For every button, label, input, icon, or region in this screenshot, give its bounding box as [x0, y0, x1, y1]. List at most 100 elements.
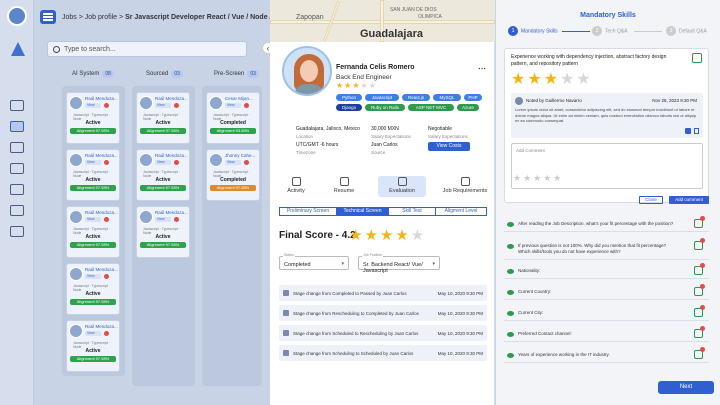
close-button[interactable]: Close [639, 196, 663, 204]
add-comment-button[interactable]: Add comment [669, 196, 709, 204]
candidate-card[interactable]: Raúl Mendoza... View Javascript · Typescri… [66, 92, 120, 144]
candidate-rating: ★★★★★ [336, 81, 377, 90]
tab-activity[interactable]: Activity [278, 176, 314, 197]
candidate-card[interactable]: Raúl Mendoza... View Javascript · Typescri… [66, 149, 120, 201]
subtab-alignment[interactable]: Aligment Level [436, 208, 486, 215]
view-button[interactable]: View [85, 331, 101, 336]
log-icon [283, 310, 289, 316]
question-status-icon[interactable] [692, 53, 702, 63]
next-button[interactable]: Next [658, 381, 714, 394]
detail-tabs: Activity Resume Evaluation Job Requireme… [270, 176, 495, 198]
activity-log-item: Stage change from Completed to Passed by… [279, 285, 487, 301]
candidate-card[interactable]: Raúl Mendoza... View Javascript · Typescri… [66, 263, 120, 315]
step-default-qa[interactable]: 3 Default Q&A [666, 26, 707, 36]
column-header-ai-system: AI System 08 [72, 70, 114, 78]
candidate-photo [69, 96, 83, 110]
info-location: Guadalajara, Jalisco, Mexico Location [296, 126, 360, 139]
subtab-skill-test[interactable]: Skill Test [389, 208, 436, 215]
status-text: Active [85, 120, 101, 126]
nav-reports-icon[interactable] [10, 226, 24, 237]
nav-candidates-icon[interactable] [10, 142, 24, 153]
breadcrumb-jobs[interactable]: Jobs [62, 14, 77, 21]
status-select[interactable]: Status Completed ▾ [279, 253, 349, 270]
candidate-name: Fernanda Celis Romero [336, 64, 415, 71]
edit-icon[interactable] [685, 128, 691, 134]
question-row[interactable]: If previous question is not 100%. Why di… [504, 238, 709, 260]
question-row[interactable]: Years of experience working in the IT in… [504, 347, 709, 363]
view-button[interactable]: View [225, 103, 241, 108]
activity-log-item: Stage change from Rescheduling to Comple… [279, 305, 487, 321]
tab-evaluation[interactable]: Evaluation [378, 176, 426, 197]
nav-dashboard-icon[interactable] [10, 100, 24, 111]
view-button[interactable]: View [85, 274, 101, 279]
search-icon [53, 46, 60, 53]
job-position-select[interactable]: Job Position Sr. Backend React/ Vue/ Java… [358, 253, 440, 274]
notification-badge [174, 217, 179, 222]
alignment-badge: Alignment 97.55% [70, 185, 116, 191]
user-avatar[interactable] [7, 6, 27, 26]
skill-chip: Ruby on Rails [365, 104, 405, 111]
nav-calendar-icon[interactable] [10, 163, 24, 174]
question-row[interactable]: Current City: [504, 305, 709, 321]
log-icon [283, 290, 289, 296]
tab-job-requirements[interactable]: Job Requirements [440, 176, 490, 197]
notification-badge [700, 263, 705, 268]
question-row[interactable]: Preferred Contact channel: [504, 326, 709, 342]
nav-jobs-icon[interactable] [10, 121, 24, 132]
view-button[interactable]: View [225, 160, 241, 165]
alignment-badge: Alignment 97.55% [70, 128, 116, 134]
view-costs-button[interactable]: View Costs [428, 142, 470, 151]
candidate-card[interactable]: Raúl Mendoza... View Javascript · Typescri… [136, 92, 190, 144]
step-mandatory-skills[interactable]: 1 Mandatory Skills [508, 26, 558, 36]
notification-badge [104, 103, 109, 108]
candidate-card[interactable]: Raúl Mendoza... View Javascript · Typescri… [66, 206, 120, 258]
map-label: Guadalajara [360, 28, 423, 40]
question-row[interactable]: After reading the Job Description, what'… [504, 216, 709, 232]
question-row[interactable]: Nationality: [504, 263, 709, 279]
candidate-card[interactable]: Raúl Mendoza... View Javascript · Typescri… [136, 149, 190, 201]
candidate-card[interactable]: Cesar Mijan... View Javascript · Typescrip… [206, 92, 260, 144]
search-placeholder: Type to search... [64, 46, 116, 53]
question-row[interactable]: Current Country: [504, 284, 709, 300]
status-text: Active [155, 177, 171, 183]
nav-add-user-icon[interactable] [10, 205, 24, 216]
candidate-card[interactable]: Jhonny Cahe... View Javascript · Typescrip… [206, 149, 260, 201]
search-input[interactable]: Type to search... [47, 41, 247, 57]
status-text: Active [85, 177, 101, 183]
status-text: Active [155, 120, 171, 126]
view-button[interactable]: View [155, 160, 171, 165]
app-logo-icon [11, 42, 25, 56]
activity-log-item: Stage change from Scheduling to Schedule… [279, 345, 487, 361]
menu-icon[interactable] [40, 10, 56, 24]
subtab-technical[interactable]: Technical Screen [337, 208, 389, 215]
eye-icon [507, 269, 514, 274]
comment-rating[interactable]: ★★★★★ [513, 173, 563, 184]
breadcrumb-job-profile[interactable]: Job profile [85, 14, 117, 21]
candidate-photo [209, 96, 223, 110]
final-score: Final Score - 4.2 [279, 230, 356, 241]
notification-badge [104, 274, 109, 279]
question-rating[interactable]: ★★★★★ [511, 69, 593, 89]
notification-badge [104, 160, 109, 165]
note: Noted by Guillermo Navarro Nov 28, 2023 … [511, 93, 703, 138]
view-button[interactable]: View [85, 160, 101, 165]
skill-chip: PHP [464, 94, 482, 101]
panel-title: Mandatory Skills [580, 12, 636, 19]
column-pre-screen: Cesar Mijan... View Javascript · Typescrip… [202, 86, 262, 386]
view-button[interactable]: View [155, 217, 171, 222]
skill-chip: Azure [457, 104, 479, 111]
candidate-card[interactable]: Raúl Mendoza... View Javascript · Typescri… [66, 320, 120, 372]
view-button[interactable]: View [155, 103, 171, 108]
skill-chip: React.js [402, 94, 430, 101]
more-options-icon[interactable]: ⋯ [478, 64, 486, 73]
step-tech-qa[interactable]: 2 Tech Q&A [592, 26, 628, 36]
tab-resume[interactable]: Resume [326, 176, 362, 197]
candidate-photo [69, 267, 83, 281]
view-button[interactable]: View [85, 217, 101, 222]
subtab-preliminary[interactable]: Preliminary Screen [280, 208, 337, 215]
nav-users-icon[interactable] [10, 184, 24, 195]
view-button[interactable]: View [85, 103, 101, 108]
candidate-card[interactable]: Raúl Mendoza... View Javascript · Typescri… [136, 206, 190, 258]
notification-badge [700, 238, 705, 243]
delete-icon[interactable] [694, 128, 699, 134]
